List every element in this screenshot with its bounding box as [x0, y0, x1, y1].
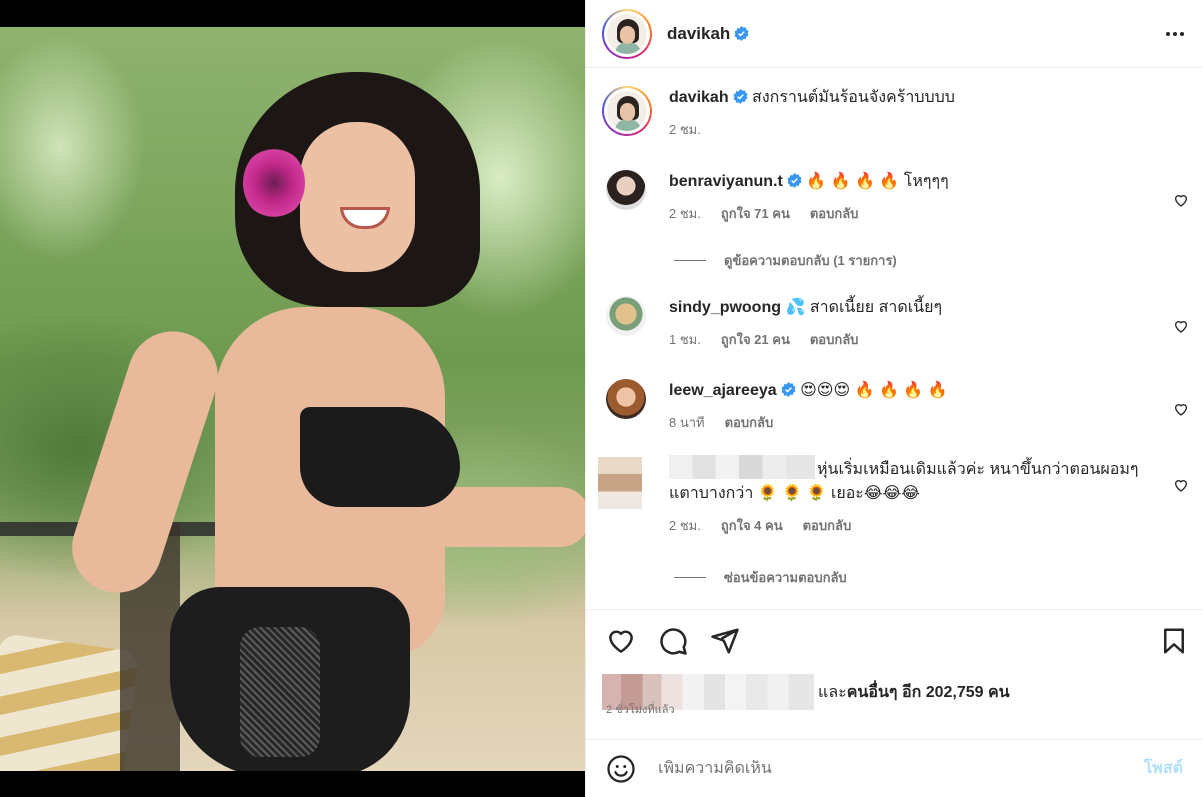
post-photo[interactable]	[0, 27, 585, 771]
striped-pillow	[0, 632, 140, 771]
reply-button[interactable]: ตอบกลับ	[810, 328, 859, 352]
post-media	[0, 0, 585, 797]
reply-button[interactable]: ตอบกลับ	[725, 411, 774, 435]
caption-time: 2 ชม.	[669, 122, 701, 137]
verified-badge-icon	[733, 89, 748, 104]
comment-username[interactable]: leew_ajareeya	[669, 382, 777, 399]
orchid-flower	[243, 147, 305, 219]
verified-badge-icon	[734, 26, 749, 41]
comments-list: davikah สงกรานต์มันร้อนจังคร้าบบบบ 2 ชม.…	[586, 69, 1203, 609]
author-username[interactable]: davikah	[667, 24, 730, 44]
reply-button[interactable]: ตอบกลับ	[803, 514, 852, 538]
comment-likes[interactable]: ถูกใจ 21 คน	[721, 328, 790, 352]
bikini-top	[300, 407, 460, 507]
comment-row: benraviyanun.t 🔥 🔥 🔥 🔥 โหๆๆๆ 2 ชม. ถูกใจ…	[602, 170, 1189, 226]
likes-others-link[interactable]: คนอื่นๆ	[847, 684, 898, 701]
verified-badge-icon	[787, 173, 802, 188]
share-button[interactable]	[710, 626, 740, 656]
save-button[interactable]	[1159, 626, 1189, 656]
comment-likes[interactable]: ถูกใจ 71 คน	[721, 202, 790, 226]
caption-username[interactable]: davikah	[669, 89, 729, 106]
left-arm	[60, 319, 230, 605]
comment-username-redacted[interactable]	[669, 455, 815, 479]
comment-button[interactable]	[658, 626, 688, 656]
likes-prefix: และ	[818, 683, 847, 701]
comment-bubble-icon	[660, 628, 687, 655]
post-detail-panel: davikah davikah สงกรานต์มันร้อนจังคร้าบบ…	[585, 0, 1203, 797]
comment-username[interactable]: benraviyanun.t	[669, 173, 783, 190]
comment-time: 2 ชม.	[669, 206, 701, 221]
mesh-panel	[240, 627, 320, 757]
heart-icon[interactable]	[1173, 192, 1189, 208]
more-options-button[interactable]	[1163, 22, 1187, 46]
view-replies-button[interactable]: ดูข้อความตอบกลับ (1 รายการ)	[674, 250, 897, 271]
heart-icon[interactable]	[1173, 477, 1189, 493]
add-comment-bar: โพสต์	[586, 739, 1203, 797]
heart-icon[interactable]	[1173, 401, 1189, 417]
hide-replies-button[interactable]: ซ่อนข้อความตอบกลับ	[674, 567, 847, 588]
comment-username[interactable]: sindy_pwoong	[669, 299, 781, 316]
comment-row: leew_ajareeya 😍😍😍 🔥 🔥 🔥 🔥 8 นาที ตอบกลับ	[602, 379, 1189, 435]
comment-time: 1 ชม.	[669, 332, 701, 347]
post-actions: และคนอื่นๆ อีก 202,759 คน	[586, 609, 1203, 739]
posted-time: 2 ชั่วโมงที่แล้ว	[606, 704, 675, 716]
comment-row: sindy_pwoong 💦 สาดเนี้ยย สาดเนี้ยๆ 1 ชม.…	[602, 296, 1189, 352]
caption-avatar[interactable]	[602, 86, 652, 136]
commenter-avatar[interactable]	[598, 457, 642, 509]
likes-count[interactable]: อีก 202,759 คน	[902, 684, 1010, 701]
post-header: davikah	[586, 0, 1203, 68]
paper-plane-icon	[711, 628, 739, 654]
comment-text: 😍😍😍 🔥 🔥 🔥 🔥	[800, 382, 948, 399]
caption-text: สงกรานต์มันร้อนจังคร้าบบบบ	[752, 89, 955, 106]
post-comment-button[interactable]: โพสต์	[1144, 756, 1183, 781]
more-horizontal-icon	[1166, 32, 1170, 36]
comment-likes[interactable]: ถูกใจ 4 คน	[721, 514, 783, 538]
caption-row: davikah สงกรานต์มันร้อนจังคร้าบบบบ 2 ชม.	[602, 86, 1189, 142]
like-button[interactable]	[606, 626, 636, 656]
comment-time: 8 นาที	[669, 415, 705, 430]
face	[300, 122, 415, 272]
heart-icon	[609, 630, 633, 653]
commenter-avatar[interactable]	[606, 170, 646, 210]
commenter-avatar[interactable]	[606, 296, 646, 336]
comment-row: หุ่นเริ่มเหมือนเดิมแล้วค่ะ หนาขึ้นกว่าตอ…	[598, 455, 1189, 538]
commenter-avatar[interactable]	[606, 379, 646, 419]
comment-time: 2 ชม.	[669, 518, 701, 533]
smiley-icon[interactable]	[606, 754, 636, 784]
bookmark-icon	[1164, 628, 1184, 654]
heart-icon[interactable]	[1173, 318, 1189, 334]
comment-input[interactable]	[658, 759, 1144, 778]
author-avatar[interactable]	[602, 8, 652, 59]
reply-button[interactable]: ตอบกลับ	[810, 202, 859, 226]
comment-text: 🔥 🔥 🔥 🔥 โหๆๆๆ	[806, 173, 949, 190]
verified-badge-icon	[781, 382, 796, 397]
comment-text: 💦 สาดเนี้ยย สาดเนี้ยๆ	[785, 299, 943, 316]
